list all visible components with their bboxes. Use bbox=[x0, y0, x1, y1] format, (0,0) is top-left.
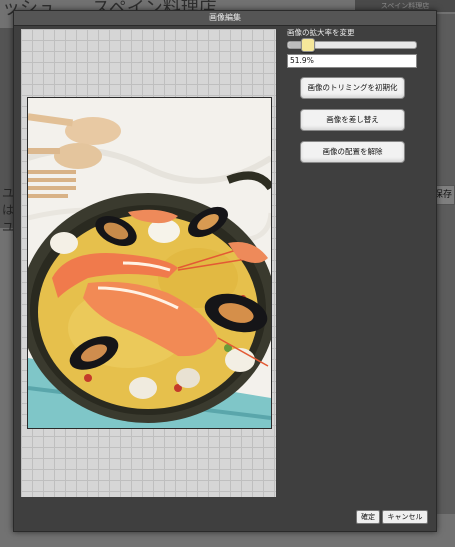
confirm-button[interactable]: 確定 bbox=[356, 510, 380, 524]
replace-image-button[interactable]: 画像を差し替え bbox=[300, 109, 405, 131]
cancel-button[interactable]: キャンセル bbox=[382, 510, 428, 524]
reset-trim-button[interactable]: 画像のトリミングを初期化 bbox=[300, 77, 405, 99]
paella-photo[interactable] bbox=[27, 97, 272, 429]
zoom-slider[interactable] bbox=[287, 38, 417, 52]
dialog-title: 画像編集 bbox=[14, 11, 436, 26]
image-edit-dialog: 画像編集 画像の拡大率を変更 51.9% 画像のトリミングを初期化 画像を差し替… bbox=[13, 10, 437, 532]
crop-canvas[interactable] bbox=[21, 29, 276, 497]
zoom-label: 画像の拡大率を変更 bbox=[287, 28, 355, 37]
paella-image bbox=[28, 98, 271, 428]
zoom-slider-thumb[interactable] bbox=[301, 38, 315, 52]
zoom-value-field[interactable]: 51.9% bbox=[287, 54, 417, 68]
remove-image-button[interactable]: 画像の配置を解除 bbox=[300, 141, 405, 163]
